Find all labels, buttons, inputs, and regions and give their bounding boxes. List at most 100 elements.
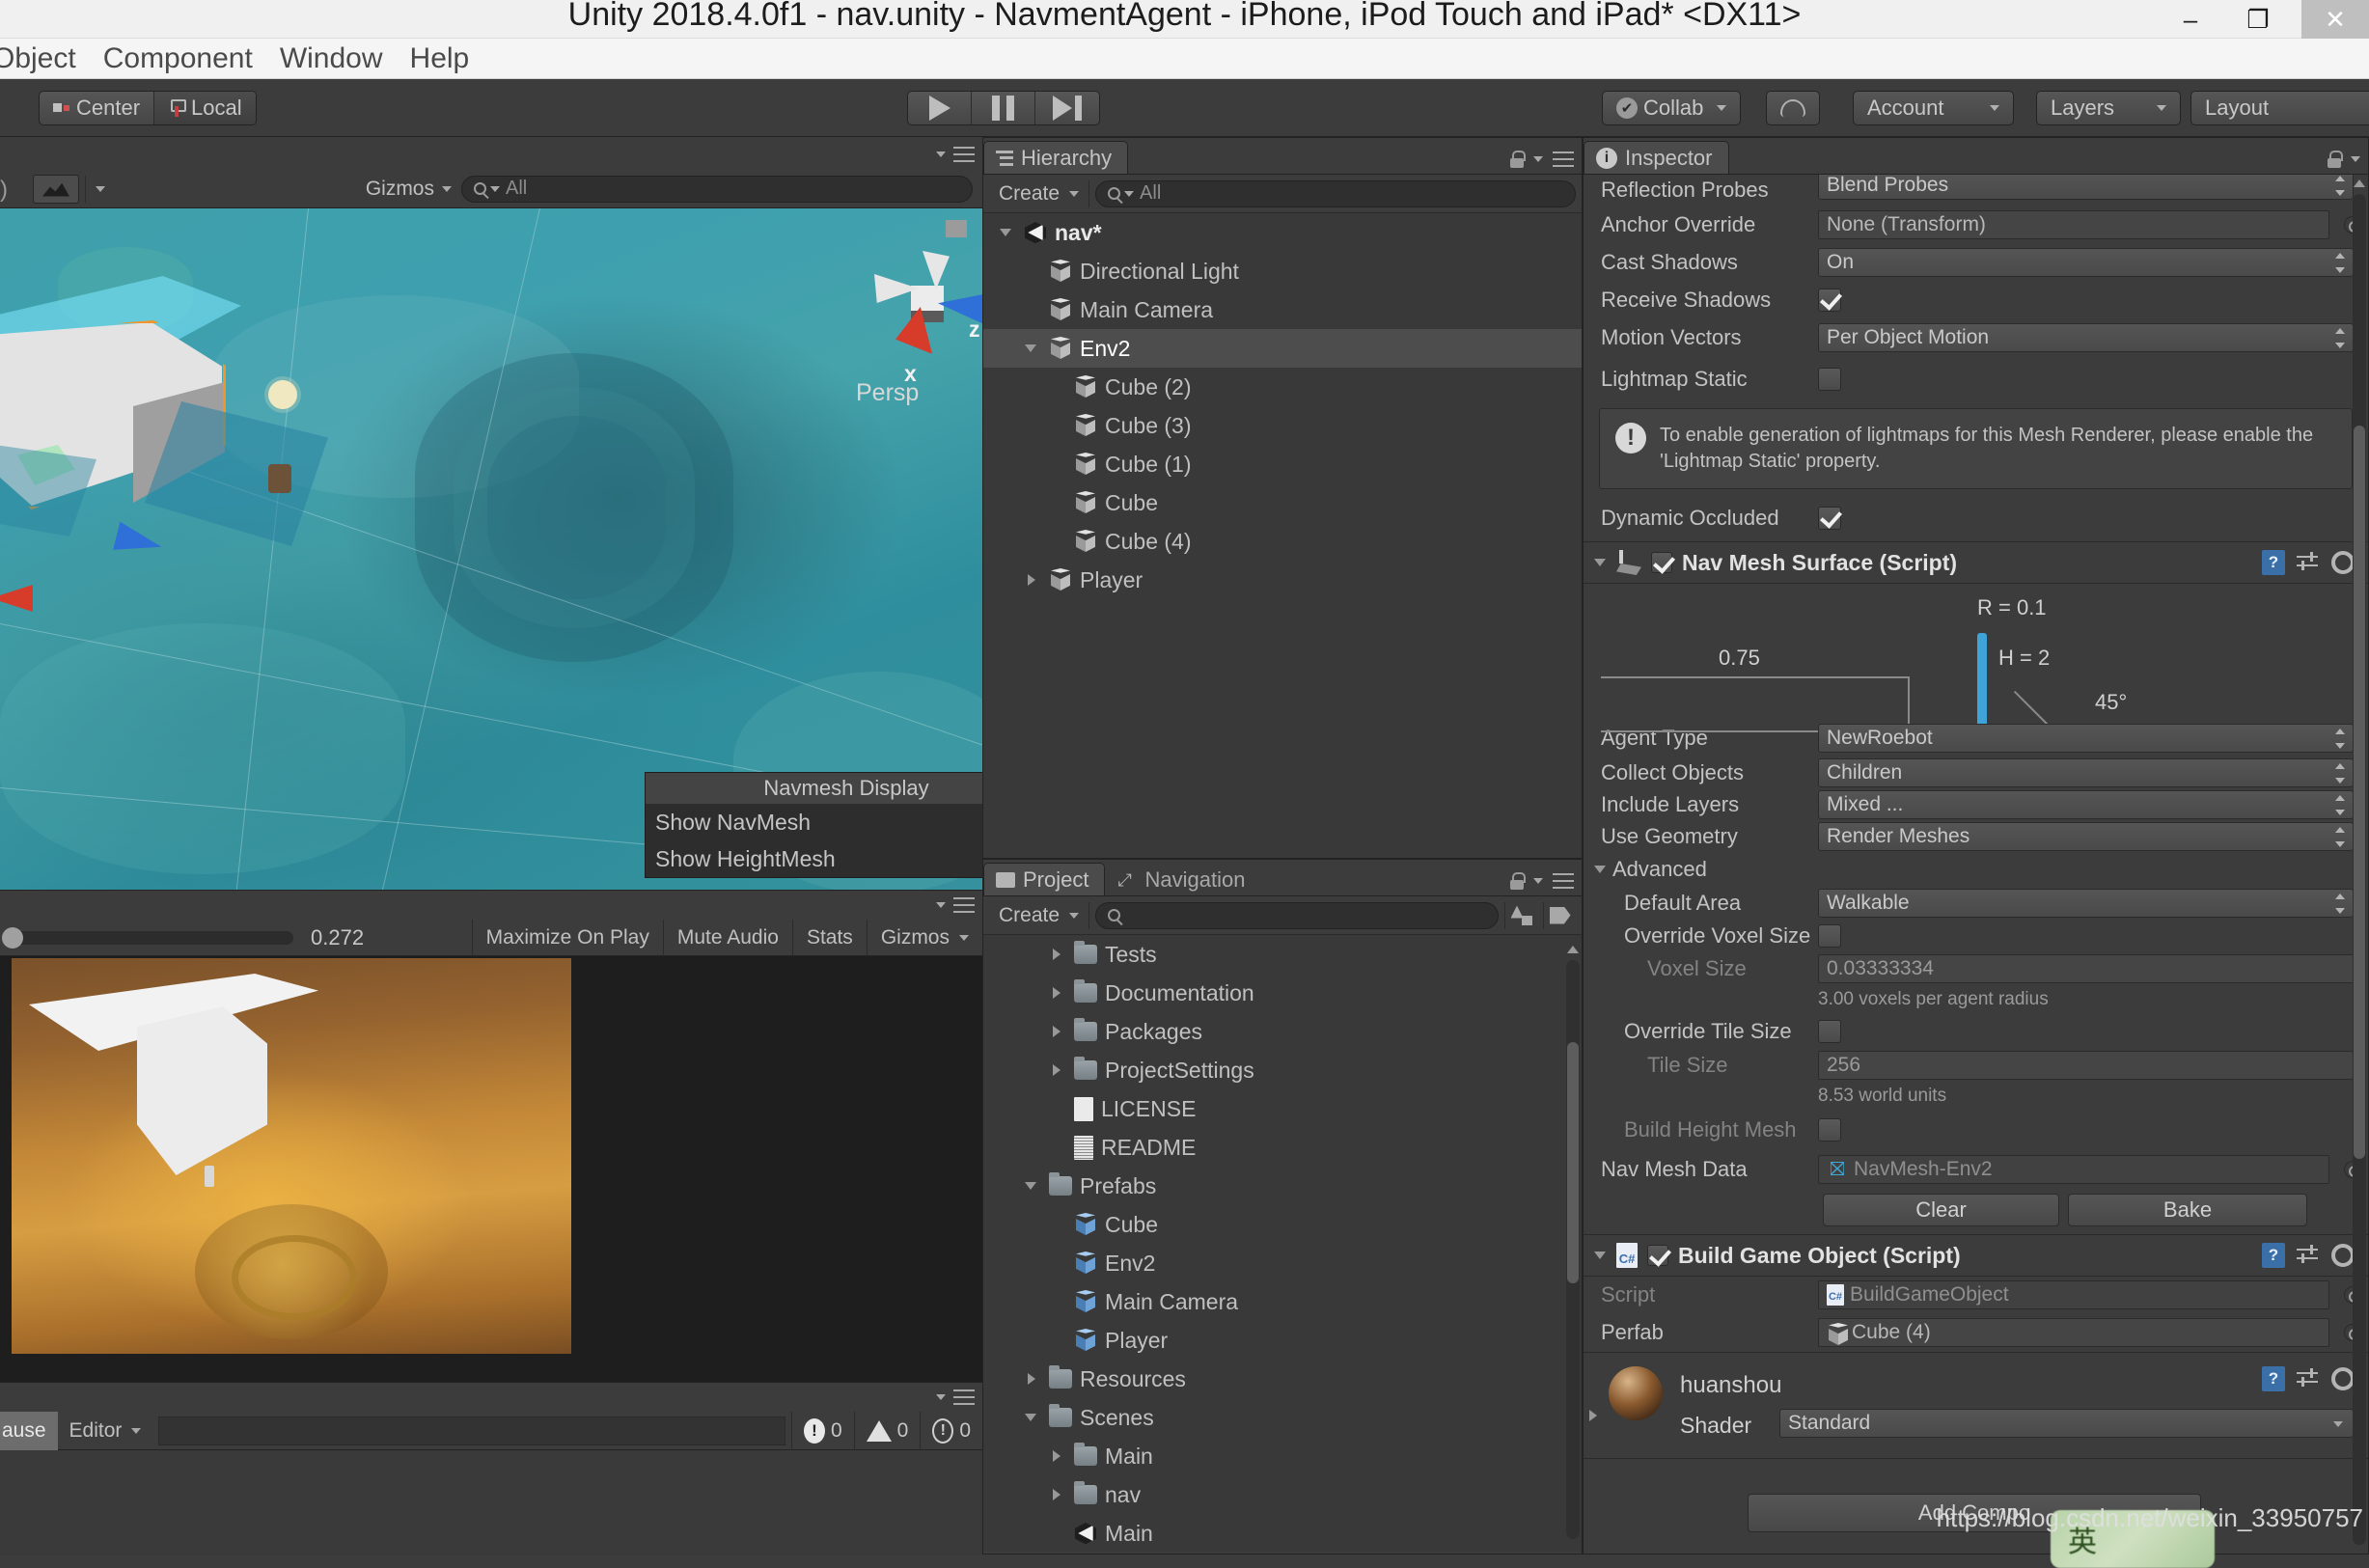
project-item[interactable]: Main: [983, 1437, 1582, 1475]
help-icon[interactable]: ?: [2262, 1243, 2285, 1268]
row-reflection-probes[interactable]: Reflection Probes Blend Probes: [1584, 175, 2368, 206]
navmesh-data-field[interactable]: ⛝ NavMesh-Env2: [1818, 1155, 2329, 1184]
menu-item-help[interactable]: Help: [397, 42, 483, 75]
use-geometry-dropdown[interactable]: Render Meshes: [1818, 821, 2354, 851]
row-dynamic-occluded[interactable]: Dynamic Occluded: [1584, 495, 2368, 541]
player-object[interactable]: [268, 464, 291, 493]
project-tree[interactable]: Tests Documentation Packages ProjectSetting…: [983, 935, 1582, 1552]
pause-button[interactable]: [972, 92, 1035, 124]
inspector-body[interactable]: Reflection Probes Blend Probes Anchor Ov…: [1584, 175, 2368, 1554]
expand-arrow-icon[interactable]: [1047, 945, 1066, 964]
receive-shadows-checkbox[interactable]: [1818, 288, 1841, 312]
project-scrollbar-thumb[interactable]: [1567, 1042, 1579, 1283]
project-item[interactable]: Tests: [983, 935, 1582, 974]
gear-icon[interactable]: [2331, 551, 2355, 574]
pivot-rotation-button[interactable]: Local: [154, 92, 256, 124]
hierarchy-tree[interactable]: nav* Directional Light Main Camera Env2 Cube…: [983, 213, 1582, 858]
stats-button[interactable]: Stats: [791, 919, 867, 956]
expand-arrow-icon[interactable]: [997, 223, 1016, 242]
mute-audio-button[interactable]: Mute Audio: [662, 919, 792, 956]
panel-menu-icon[interactable]: [1553, 873, 1574, 889]
persp-label[interactable]: Persp: [856, 379, 919, 407]
project-item[interactable]: nav: [983, 1475, 1582, 1514]
tab-inspector[interactable]: i Inspector: [1584, 141, 1729, 174]
game-gizmos-dropdown[interactable]: Gizmos: [866, 919, 982, 956]
menu-item-object[interactable]: Object: [0, 42, 90, 75]
row-lightmap-static[interactable]: Lightmap Static: [1584, 356, 2368, 402]
row-script[interactable]: Script C# BuildGameObject: [1584, 1277, 2368, 1313]
row-include-layers[interactable]: Include Layers Mixed ...: [1584, 788, 2368, 820]
row-voxel-size[interactable]: Voxel Size 0.03333334: [1584, 952, 2368, 985]
motion-vectors-dropdown[interactable]: Per Object Motion: [1818, 322, 2354, 352]
tab-hierarchy[interactable]: Hierarchy: [983, 141, 1129, 174]
row-default-area[interactable]: Default Area Walkable: [1584, 887, 2368, 920]
build-game-object-enabled-checkbox[interactable]: [1647, 1245, 1668, 1266]
anchor-override-field[interactable]: None (Transform): [1818, 209, 2329, 239]
project-item[interactable]: Packages: [983, 1012, 1582, 1051]
gear-icon[interactable]: [2331, 1244, 2355, 1267]
cloud-services-button[interactable]: [1766, 91, 1820, 125]
scene-view-menu-button[interactable]: [936, 147, 975, 162]
expand-arrow-icon[interactable]: [1047, 1022, 1066, 1041]
collapse-arrow-icon[interactable]: [1591, 1246, 1607, 1265]
build-height-mesh-checkbox[interactable]: [1818, 1118, 1841, 1142]
hierarchy-item[interactable]: Cube (3): [983, 406, 1582, 445]
console-error-badge[interactable]: ! 0: [790, 1411, 854, 1450]
perfab-field[interactable]: Cube (4): [1818, 1318, 2329, 1347]
row-collect-objects[interactable]: Collect Objects Children: [1584, 756, 2368, 788]
expand-arrow-icon[interactable]: [1022, 339, 1041, 358]
lock-icon[interactable]: [2328, 151, 2343, 168]
game-view-menu-button[interactable]: [936, 897, 975, 913]
hierarchy-item[interactable]: Main Camera: [983, 290, 1582, 329]
scene-axis-gizmo[interactable]: z x: [868, 247, 982, 386]
window-minimize-button[interactable]: –: [2157, 0, 2224, 39]
console-warning-badge[interactable]: 0: [853, 1411, 921, 1450]
project-tab-tools[interactable]: [1510, 872, 1574, 890]
scene-search-input[interactable]: All: [461, 175, 973, 203]
inspector-scrollbar-thumb[interactable]: [2354, 426, 2365, 1159]
hierarchy-create-button[interactable]: Create: [989, 179, 1090, 207]
advanced-foldout[interactable]: Advanced: [1584, 852, 2368, 887]
hierarchy-item[interactable]: Player: [983, 561, 1582, 599]
game-viewport[interactable]: [0, 956, 982, 1383]
directional-light-gizmo[interactable]: [268, 380, 297, 409]
scene-fx-dropdown[interactable]: [85, 175, 114, 203]
reflection-probes-dropdown[interactable]: Blend Probes: [1818, 175, 2354, 200]
collapse-arrow-icon[interactable]: [1591, 860, 1607, 879]
hierarchy-item[interactable]: Directional Light: [983, 252, 1582, 290]
layers-dropdown[interactable]: Layers: [2036, 91, 2181, 125]
project-item[interactable]: Env2: [983, 1244, 1582, 1282]
project-item[interactable]: LICENSE: [983, 1089, 1582, 1128]
panel-menu-icon[interactable]: [1553, 151, 1574, 167]
project-item[interactable]: Cube: [983, 1205, 1582, 1244]
expand-arrow-icon[interactable]: [1022, 1408, 1041, 1427]
hierarchy-item[interactable]: Cube (2): [983, 368, 1582, 406]
override-voxel-size-checkbox[interactable]: [1818, 924, 1841, 948]
maximize-on-play-button[interactable]: Maximize On Play: [471, 919, 663, 956]
row-receive-shadows[interactable]: Receive Shadows: [1584, 281, 2368, 318]
row-use-geometry[interactable]: Use Geometry Render Meshes: [1584, 820, 2368, 852]
preset-icon[interactable]: [2297, 1368, 2320, 1389]
console-pause-button[interactable]: ause: [0, 1411, 58, 1450]
project-item[interactable]: Player: [983, 1321, 1582, 1360]
material-expand-arrow[interactable]: [1584, 1406, 1603, 1425]
project-item[interactable]: Main Camera: [983, 1282, 1582, 1321]
expand-arrow-icon[interactable]: [1022, 1176, 1041, 1196]
preset-icon[interactable]: [2297, 1245, 2320, 1266]
row-build-height-mesh[interactable]: Build Height Mesh: [1584, 1111, 2368, 1149]
expand-arrow-icon[interactable]: [1047, 983, 1066, 1003]
move-handle-arrow-red[interactable]: [0, 585, 33, 612]
console-menu-button[interactable]: [936, 1389, 975, 1405]
project-item[interactable]: Main: [983, 1514, 1582, 1552]
scene-fx-icon[interactable]: [33, 174, 79, 204]
tab-navigation[interactable]: ⤢ Navigation: [1105, 863, 1261, 895]
shader-dropdown[interactable]: Standard: [1779, 1409, 2354, 1438]
step-button[interactable]: [1035, 92, 1099, 124]
hierarchy-item[interactable]: Cube (4): [983, 522, 1582, 561]
agent-type-dropdown[interactable]: NewRoebot: [1818, 723, 2354, 753]
project-create-button[interactable]: Create: [989, 901, 1090, 929]
project-item[interactable]: Scenes: [983, 1398, 1582, 1437]
expand-arrow-icon[interactable]: [1047, 1485, 1066, 1504]
lock-icon[interactable]: [1510, 151, 1526, 168]
preset-icon[interactable]: [2297, 552, 2320, 573]
